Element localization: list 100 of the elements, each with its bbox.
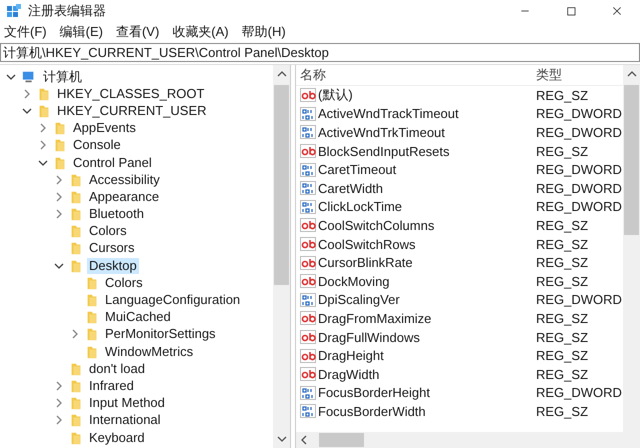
value-type: REG_SZ	[536, 218, 588, 233]
tree-item[interactable]: HKEY_CURRENT_USER	[55, 102, 209, 119]
value-name[interactable]: DockMoving	[318, 274, 390, 289]
value-name[interactable]: DragHeight	[318, 348, 384, 364]
value-type: REG_SZ	[536, 310, 588, 326]
expand-chevron-icon[interactable]	[54, 398, 64, 408]
string-value-icon	[300, 217, 316, 234]
string-value-icon	[300, 348, 316, 364]
value-name[interactable]: DragFullWindows	[318, 330, 420, 345]
expand-chevron-icon[interactable]	[54, 380, 64, 391]
binary-value-icon	[300, 403, 316, 420]
menu-item[interactable]: 编辑(E)	[60, 22, 103, 40]
menu-item[interactable]: 文件(F)	[4, 22, 47, 40]
scroll-left-icon[interactable]	[299, 435, 309, 445]
tree-item[interactable]: Console	[71, 137, 123, 154]
folder-icon	[69, 172, 83, 187]
collapse-chevron-icon[interactable]	[22, 106, 32, 116]
tree-item[interactable]: Desktop	[87, 258, 139, 274]
value-name[interactable]: ActiveWndTrackTimeout	[318, 106, 459, 122]
tree-item[interactable]: 计算机	[41, 68, 84, 85]
tree-item[interactable]: don't load	[87, 360, 147, 377]
value-name[interactable]: DragFromMaximize	[318, 310, 432, 326]
tree-item[interactable]: HKEY_CLASSES_ROOT	[55, 86, 206, 102]
address-field[interactable]: 计算机\HKEY_CURRENT_USER\Control Panel\Desktop	[0, 43, 640, 62]
value-name[interactable]: FocusBorderHeight	[318, 385, 430, 400]
value-name[interactable]: DpiScalingVer	[318, 292, 400, 308]
value-name[interactable]: DragWidth	[318, 366, 380, 382]
expand-chevron-icon[interactable]	[54, 209, 64, 220]
tree-item[interactable]: Keyboard	[87, 430, 147, 446]
menu-item[interactable]: 帮助(H)	[242, 22, 286, 40]
value-type: REG_DWORD	[536, 385, 622, 400]
value-type: REG_SZ	[536, 348, 588, 364]
collapse-chevron-icon[interactable]	[6, 72, 16, 82]
tree-item[interactable]: Control Panel	[71, 154, 154, 171]
value-name[interactable]: FocusBorderWidth	[318, 404, 426, 419]
value-name[interactable]: CoolSwitchRows	[318, 236, 416, 252]
tree-item[interactable]: Colors	[103, 274, 145, 291]
collapse-chevron-icon[interactable]	[54, 260, 64, 271]
tree-item[interactable]: LanguageConfiguration	[103, 292, 242, 308]
folder-icon	[53, 156, 67, 170]
value-type: REG_DWORD	[536, 199, 622, 214]
value-name[interactable]: CaretTimeout	[318, 162, 396, 178]
folder-icon	[69, 190, 83, 204]
tree-item[interactable]: PerMonitorSettings	[103, 326, 218, 342]
scroll-down-icon[interactable]	[276, 434, 286, 444]
value-type: REG_SZ	[536, 274, 588, 289]
expand-chevron-icon[interactable]	[22, 88, 32, 99]
tree-item[interactable]: Accessibility	[87, 172, 162, 188]
value-name[interactable]: ActiveWndTrkTimeout	[318, 124, 445, 140]
window-title: 注册表编辑器	[28, 2, 106, 20]
expand-chevron-icon[interactable]	[54, 415, 64, 426]
column-header[interactable]: 类型	[536, 66, 562, 84]
scrollbar-thumb[interactable]	[319, 433, 364, 447]
folder-icon	[69, 362, 83, 376]
collapse-chevron-icon[interactable]	[38, 158, 48, 168]
value-type: REG_SZ	[536, 366, 588, 382]
expand-chevron-icon[interactable]	[38, 123, 48, 134]
scroll-up-icon[interactable]	[626, 69, 636, 79]
binary-value-icon	[300, 180, 316, 196]
string-value-icon	[300, 236, 316, 252]
value-type: REG_SZ	[536, 330, 588, 345]
menu-item[interactable]: 收藏夹(A)	[172, 22, 229, 40]
value-name[interactable]: CoolSwitchColumns	[318, 218, 434, 233]
folder-icon	[37, 104, 51, 118]
value-type: REG_SZ	[536, 255, 588, 270]
binary-value-icon	[300, 292, 316, 308]
string-value-icon	[300, 143, 316, 160]
folder-icon	[69, 413, 83, 428]
scroll-up-icon[interactable]	[276, 69, 286, 79]
folder-icon	[69, 378, 83, 393]
folder-icon	[85, 344, 99, 359]
value-type: REG_SZ	[536, 88, 588, 103]
value-name[interactable]: (默认)	[318, 86, 353, 104]
tree-item[interactable]: AppEvents	[71, 120, 138, 136]
scrollbar[interactable]	[273, 65, 290, 448]
expand-chevron-icon[interactable]	[70, 329, 80, 340]
tree-item[interactable]: Appearance	[87, 188, 162, 205]
expand-chevron-icon[interactable]	[38, 140, 48, 150]
value-type: REG_DWORD	[536, 124, 622, 140]
string-value-icon	[300, 254, 316, 271]
expand-chevron-icon[interactable]	[54, 192, 64, 202]
folder-icon	[69, 224, 83, 238]
expand-chevron-icon[interactable]	[54, 174, 64, 185]
value-name[interactable]: CaretWidth	[318, 180, 384, 196]
binary-value-icon	[300, 124, 316, 140]
tree-item[interactable]: Colors	[87, 223, 129, 240]
value-name[interactable]: CursorBlinkRate	[318, 255, 413, 270]
menu-item[interactable]: 查看(V)	[116, 22, 160, 40]
tree-item[interactable]: WindowMetrics	[103, 344, 196, 360]
tree-item[interactable]: Infrared	[87, 378, 136, 394]
tree-item[interactable]: Input Method	[87, 395, 167, 412]
tree-item[interactable]: MuiCached	[103, 309, 173, 326]
value-name[interactable]: ClickLockTime	[318, 199, 402, 214]
scrollbar[interactable]	[623, 65, 640, 448]
tree-item[interactable]: Cursors	[87, 240, 137, 256]
horizontal-scrollbar[interactable]	[296, 432, 623, 448]
column-header[interactable]: 名称	[296, 66, 536, 84]
value-name[interactable]: BlockSendInputResets	[318, 144, 450, 159]
tree-item[interactable]: International	[87, 412, 163, 428]
tree-item[interactable]: Bluetooth	[87, 206, 146, 222]
